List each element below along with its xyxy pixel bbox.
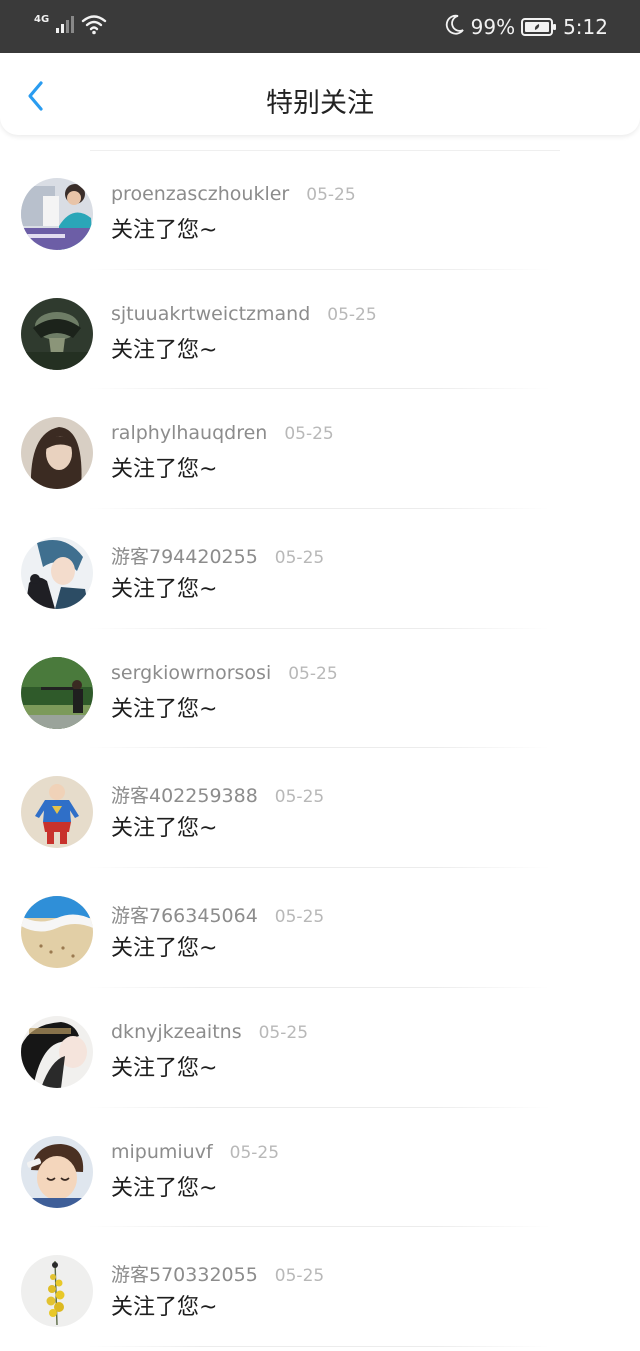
page-title: 特别关注 <box>266 88 374 119</box>
list-item[interactable]: sergkiowrnorsosi 05-25 关注了您~ <box>0 629 640 749</box>
status-right: 99% 5:12 <box>445 12 608 42</box>
date: 05-25 <box>229 1142 280 1163</box>
date: 05-25 <box>274 907 325 928</box>
message: 关注了您~ <box>111 936 218 962</box>
network-type: 4G <box>34 13 50 25</box>
list-item[interactable]: 游客570332055 05-25 关注了您~ <box>0 1227 640 1347</box>
username[interactable]: 游客766345064 <box>111 901 258 928</box>
list-item[interactable]: 游客766345064 05-25 关注了您~ <box>0 868 640 988</box>
message: 关注了您~ <box>111 1055 218 1081</box>
date: 05-25 <box>274 548 325 569</box>
avatar[interactable] <box>21 297 93 370</box>
avatar[interactable] <box>21 1255 93 1328</box>
name-line: proenzasczhoukler 05-25 <box>111 183 356 205</box>
avatar[interactable] <box>21 417 93 490</box>
message: 关注了您~ <box>111 577 218 603</box>
date: 05-25 <box>274 1266 325 1287</box>
battery-icon <box>521 17 557 37</box>
username[interactable]: 游客794420255 <box>111 542 258 569</box>
list-item[interactable]: dknyjkzeaitns 05-25 关注了您~ <box>0 988 640 1108</box>
message: 关注了您~ <box>111 696 218 722</box>
username[interactable]: mipumiuvf <box>111 1141 213 1163</box>
avatar[interactable] <box>21 1135 93 1208</box>
name-line: 游客794420255 05-25 <box>111 542 324 569</box>
avatar[interactable] <box>21 656 93 729</box>
name-line: mipumiuvf 05-25 <box>111 1141 279 1163</box>
list-item[interactable]: 游客402259388 05-25 关注了您~ <box>0 748 640 869</box>
date: 05-25 <box>284 424 334 445</box>
battery-percent: 99% <box>470 15 516 39</box>
name-line: 游客766345064 05-25 <box>111 901 324 928</box>
status-bar: 4G 99% 5:12 <box>0 0 640 53</box>
notification-list: proenzasczhoukler 05-25 关注了您~ sjtuuakrtw… <box>0 150 640 1347</box>
date: 05-25 <box>258 1022 309 1043</box>
name-line: 游客402259388 05-25 <box>111 781 324 808</box>
message: 关注了您~ <box>111 218 218 243</box>
list-item[interactable]: mipumiuvf 05-25 关注了您~ <box>0 1108 640 1228</box>
username[interactable]: sergkiowrnorsosi <box>111 662 271 684</box>
message: 关注了您~ <box>111 816 218 842</box>
list-item[interactable]: 游客794420255 05-25 关注了您~ <box>0 509 640 629</box>
message: 关注了您~ <box>111 1295 218 1321</box>
list-item[interactable]: sjtuuakrtweictzmand 05-25 关注了您~ <box>0 270 640 390</box>
message: 关注了您~ <box>111 1175 218 1201</box>
avatar[interactable] <box>21 1015 93 1088</box>
username[interactable]: proenzasczhoukler <box>111 183 289 205</box>
list-item[interactable]: proenzasczhoukler 05-25 关注了您~ <box>0 150 640 270</box>
divider <box>88 1345 550 1347</box>
date: 05-25 <box>306 185 356 205</box>
message: 关注了您~ <box>111 337 218 363</box>
header: 特别关注 <box>0 53 640 135</box>
username[interactable]: 游客402259388 <box>111 781 258 808</box>
username[interactable]: sjtuuakrtweictzmand <box>111 303 310 325</box>
username[interactable]: 游客570332055 <box>111 1260 258 1287</box>
list-item[interactable]: ralphylhauqdren 05-25 关注了您~ <box>0 389 640 510</box>
wifi-icon <box>81 13 107 39</box>
name-line: sjtuuakrtweictzmand 05-25 <box>111 303 377 325</box>
moon-icon <box>445 14 465 41</box>
username[interactable]: ralphylhauqdren <box>111 422 267 444</box>
avatar[interactable] <box>21 178 93 250</box>
date: 05-25 <box>274 787 325 808</box>
signal-icon <box>55 14 75 38</box>
date: 05-25 <box>327 304 377 325</box>
name-line: dknyjkzeaitns 05-25 <box>111 1021 308 1043</box>
avatar[interactable] <box>21 896 93 969</box>
name-line: ralphylhauqdren 05-25 <box>111 422 334 444</box>
avatar[interactable] <box>21 537 93 610</box>
clock: 5:12 <box>563 15 608 39</box>
status-left: 4G <box>34 12 107 40</box>
username[interactable]: dknyjkzeaitns <box>111 1021 242 1043</box>
message: 关注了您~ <box>111 457 218 483</box>
avatar[interactable] <box>21 776 93 849</box>
date: 05-25 <box>288 663 338 684</box>
name-line: sergkiowrnorsosi 05-25 <box>111 662 338 684</box>
name-line: 游客570332055 05-25 <box>111 1260 324 1287</box>
